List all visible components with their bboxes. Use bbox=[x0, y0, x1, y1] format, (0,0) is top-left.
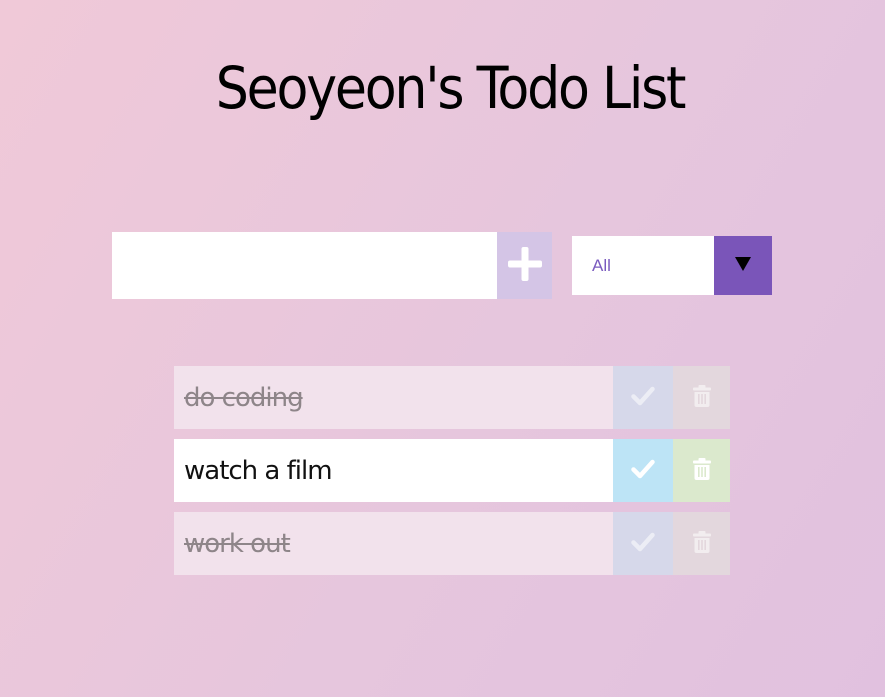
delete-button[interactable] bbox=[673, 512, 730, 575]
todo-item: work out bbox=[174, 512, 730, 575]
plus-icon bbox=[506, 245, 544, 287]
complete-button[interactable] bbox=[613, 512, 673, 575]
todo-text: do coding bbox=[184, 382, 304, 413]
complete-button[interactable] bbox=[613, 366, 673, 429]
todo-item: watch a film bbox=[174, 439, 730, 502]
check-icon bbox=[631, 386, 655, 410]
delete-button[interactable] bbox=[673, 366, 730, 429]
check-icon bbox=[631, 532, 655, 556]
filter-selected-value: All bbox=[592, 255, 611, 275]
todo-input[interactable] bbox=[112, 232, 497, 299]
todo-text: watch a film bbox=[184, 455, 333, 486]
dropdown-arrow-button[interactable] bbox=[714, 236, 772, 295]
trash-icon bbox=[692, 530, 711, 557]
delete-button[interactable] bbox=[673, 439, 730, 502]
complete-button[interactable] bbox=[613, 439, 673, 502]
page-title: Seoyeon's Todo List bbox=[215, 54, 687, 122]
check-icon bbox=[631, 459, 655, 483]
add-todo-form bbox=[112, 232, 552, 299]
todo-list: do coding watch a film work out bbox=[174, 366, 730, 585]
triangle-down-icon bbox=[734, 256, 752, 276]
todo-item: do coding bbox=[174, 366, 730, 429]
trash-icon bbox=[692, 384, 711, 411]
todo-text: work out bbox=[184, 528, 291, 559]
add-button[interactable] bbox=[497, 232, 552, 299]
trash-icon bbox=[692, 457, 711, 484]
filter-select[interactable]: All bbox=[572, 236, 772, 295]
